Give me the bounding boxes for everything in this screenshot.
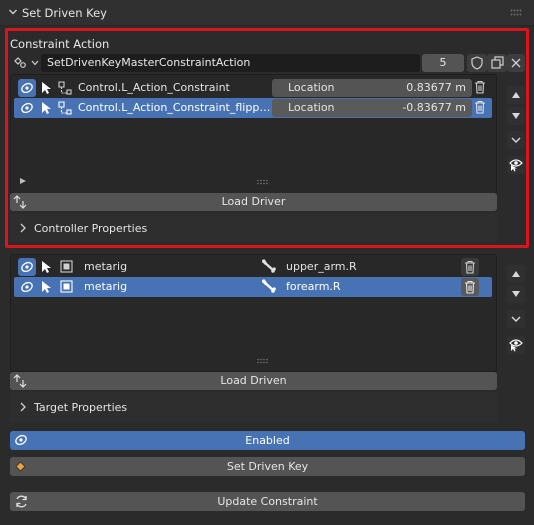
driven-bone-name: upper_arm.R — [286, 260, 357, 273]
driven-row-selected[interactable]: metarig forearm.R — [14, 277, 492, 297]
drag-grip-icon[interactable] — [510, 9, 522, 17]
driven-enable-toggle[interactable] — [18, 258, 36, 276]
chevron-right-icon — [20, 402, 26, 412]
remove-driven-button[interactable] — [461, 258, 479, 276]
cursor-arrow-icon — [40, 280, 52, 294]
move-down-button[interactable] — [507, 285, 525, 303]
trash-icon — [465, 280, 475, 294]
set-driven-key-label: Set Driven Key — [226, 460, 309, 473]
list-resize-grip-icon[interactable] — [257, 358, 269, 364]
select-driven-button[interactable] — [507, 336, 525, 354]
triangle-up-icon — [512, 271, 520, 277]
enabled-label: Enabled — [245, 434, 290, 447]
update-constraint-button[interactable]: Update Constraint — [10, 492, 525, 511]
driven-row[interactable]: metarig upper_arm.R — [14, 257, 492, 277]
constraint-icon — [21, 281, 33, 293]
panel-header[interactable]: Set Driven Key — [0, 0, 534, 26]
driven-bone-name: forearm.R — [286, 280, 341, 293]
bone-icon — [261, 259, 277, 273]
eye-cursor-icon — [509, 339, 523, 352]
update-constraint-label: Update Constraint — [217, 495, 318, 508]
load-driven-button[interactable]: Load Driven — [10, 372, 497, 390]
target-properties-label: Target Properties — [34, 401, 128, 414]
constraint-icon — [14, 434, 28, 446]
highlight-box — [5, 28, 529, 248]
driver-link-icon — [13, 374, 27, 388]
remove-driven-button[interactable] — [461, 278, 479, 296]
triangle-down-icon — [512, 291, 520, 297]
driven-object-name: metarig — [84, 260, 128, 273]
constraint-icon — [21, 261, 33, 273]
object-icon — [60, 260, 73, 273]
chevron-down-icon — [8, 7, 18, 17]
load-driven-label: Load Driven — [220, 374, 287, 387]
driven-object-name: metarig — [84, 280, 128, 293]
enabled-toggle[interactable]: Enabled — [10, 431, 525, 450]
refresh-icon — [14, 494, 29, 509]
keyframe-icon — [15, 461, 26, 472]
driven-enable-toggle[interactable] — [18, 278, 36, 296]
bone-icon — [261, 279, 277, 293]
list-menu-button[interactable] — [507, 310, 525, 328]
panel-title: Set Driven Key — [22, 6, 107, 20]
target-properties-subpanel[interactable]: Target Properties — [10, 392, 497, 422]
set-driven-key-button[interactable]: Set Driven Key — [10, 457, 525, 476]
object-icon — [60, 280, 73, 293]
cursor-arrow-icon — [40, 260, 52, 274]
chevron-down-icon — [511, 316, 521, 322]
move-up-button[interactable] — [507, 265, 525, 283]
trash-icon — [465, 260, 475, 274]
